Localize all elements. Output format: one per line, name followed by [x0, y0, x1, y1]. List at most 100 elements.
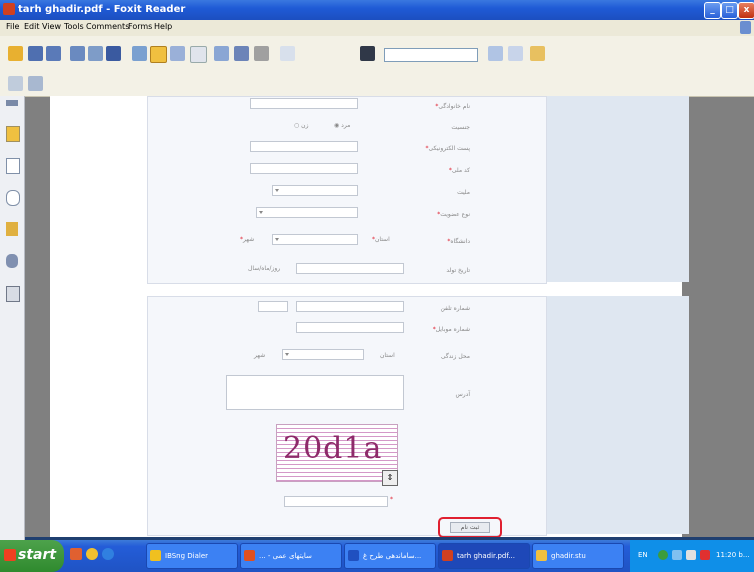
zoom-icon[interactable] [170, 46, 185, 61]
word-icon [348, 550, 359, 561]
properties-icon[interactable] [106, 46, 121, 61]
field-label: *پست الکترونیکی [425, 145, 470, 152]
signatures-icon[interactable] [6, 286, 20, 302]
snapshot-icon[interactable] [234, 46, 249, 61]
restore-doc-icon[interactable] [740, 21, 751, 34]
captcha-text: 20d1a [283, 431, 383, 466]
gender-male-option[interactable]: ◉ مرد [334, 122, 350, 129]
quicklaunch-icon[interactable] [102, 548, 114, 560]
field-label: تاریخ تولد [446, 267, 470, 274]
city-label: شهر [254, 352, 266, 359]
clock: 11:20 b... [716, 551, 750, 559]
menu-edit[interactable]: Edit [24, 22, 40, 31]
minimize-button[interactable]: _ [704, 2, 721, 19]
captcha-input[interactable] [284, 496, 388, 507]
bookmarks-icon[interactable] [6, 126, 20, 142]
field-label: محل زندگی [440, 353, 470, 360]
phone-input[interactable] [296, 301, 404, 312]
refresh-captcha-button[interactable]: ⇕ [382, 470, 398, 486]
field-label: آدرس [455, 391, 470, 398]
shield-icon [150, 550, 161, 561]
gender-female-option[interactable]: ○ زن [294, 122, 308, 129]
residence-city-select[interactable] [282, 349, 364, 360]
print-icon[interactable] [70, 46, 85, 61]
tray-icon[interactable] [700, 550, 710, 560]
field-label: *نام خانوادگی [435, 103, 470, 110]
title-bar: tarh ghadir.pdf - Foxit Reader _ □ x [0, 0, 754, 20]
browser-icon [244, 550, 255, 561]
submit-button[interactable]: ثبت نام [450, 522, 490, 533]
select-icon[interactable] [190, 46, 207, 63]
submit-highlight: ثبت نام [438, 517, 502, 538]
foxit-app-icon [3, 3, 15, 15]
quicklaunch-icon[interactable] [70, 548, 82, 560]
province-label: *استان [372, 236, 390, 243]
window-title: tarh ghadir.pdf - Foxit Reader [18, 4, 186, 15]
close-button[interactable]: x [738, 2, 754, 19]
zoom-tool-icon[interactable] [28, 76, 43, 91]
text-select-icon[interactable] [214, 46, 229, 61]
maximize-button[interactable]: □ [721, 2, 738, 19]
menu-view[interactable]: View [42, 22, 61, 31]
pages-icon[interactable] [6, 158, 20, 174]
menu-comments[interactable]: Comments [86, 22, 129, 31]
system-tray: EN 11:20 b... [630, 540, 754, 572]
task-word-document[interactable]: ساماندهی طرح غ... [344, 543, 436, 569]
nationality-select[interactable] [272, 185, 358, 196]
start-button[interactable]: start [0, 540, 64, 572]
menu-file[interactable]: File [6, 22, 19, 31]
find-prev-icon[interactable] [488, 46, 503, 61]
task-foxit-reader[interactable]: tarh ghadir.pdf... [438, 543, 530, 569]
comments-icon[interactable] [6, 222, 18, 236]
birth-date-input[interactable] [296, 263, 404, 274]
language-indicator[interactable]: EN [638, 551, 648, 559]
field-label: ملیت [457, 189, 470, 196]
menu-bar: File Edit View Tools Comments Forms Help [0, 20, 754, 36]
pen-icon[interactable] [280, 46, 295, 61]
task-ibsng-dialer[interactable]: IBSng Dialer [146, 543, 238, 569]
save-as-icon[interactable] [46, 46, 61, 61]
mobile-input[interactable] [296, 322, 404, 333]
menu-tools[interactable]: Tools [64, 22, 84, 31]
find-next-icon[interactable] [508, 46, 523, 61]
field-label: *نوع عضویت [437, 211, 470, 218]
field-label: *دانشگاه [447, 238, 470, 245]
tray-icon[interactable] [686, 550, 696, 560]
task-browser[interactable]: ... - سایتهای عمی [240, 543, 342, 569]
taskbar: start IBSng Dialer ... - سایتهای عمی سام… [0, 540, 754, 572]
menu-help[interactable]: Help [154, 22, 172, 31]
find-icon[interactable] [360, 46, 375, 61]
hand-tool-icon[interactable] [150, 46, 167, 63]
last-name-input[interactable] [250, 98, 358, 109]
address-textarea[interactable] [226, 375, 404, 410]
national-id-input[interactable] [250, 163, 358, 174]
field-label: *شماره موبایل [432, 326, 470, 333]
province-label: استان [380, 352, 395, 359]
open-icon[interactable] [8, 46, 23, 61]
network-icon[interactable] [658, 550, 668, 560]
tray-icon[interactable] [672, 550, 682, 560]
membership-type-select[interactable] [256, 207, 358, 218]
email-icon[interactable] [88, 46, 103, 61]
pdf-icon[interactable] [530, 46, 545, 61]
save-icon[interactable] [28, 46, 43, 61]
toolbar [0, 36, 754, 97]
windows-logo-icon [4, 549, 16, 561]
phone-area-input[interactable] [258, 301, 288, 312]
university-city-select[interactable] [272, 234, 358, 245]
task-folder[interactable]: ghadir.stu [532, 543, 624, 569]
quicklaunch-icon[interactable] [86, 548, 98, 560]
typewriter-icon[interactable] [254, 46, 269, 61]
field-label: جنسیت [451, 124, 470, 131]
find-input[interactable] [384, 48, 478, 62]
layers-icon[interactable] [6, 190, 20, 206]
expand-arrow-icon[interactable] [6, 100, 18, 106]
snapshot-tool-icon[interactable] [8, 76, 23, 91]
menu-forms[interactable]: Forms [128, 22, 152, 31]
fullscreen-icon[interactable] [132, 46, 147, 61]
email-input[interactable] [250, 141, 358, 152]
pdf-icon [442, 550, 453, 561]
city-label: *شهر [240, 236, 255, 243]
attachments-icon[interactable] [6, 254, 18, 268]
birth-date-placeholder: روز/ماه/سال [248, 265, 281, 272]
